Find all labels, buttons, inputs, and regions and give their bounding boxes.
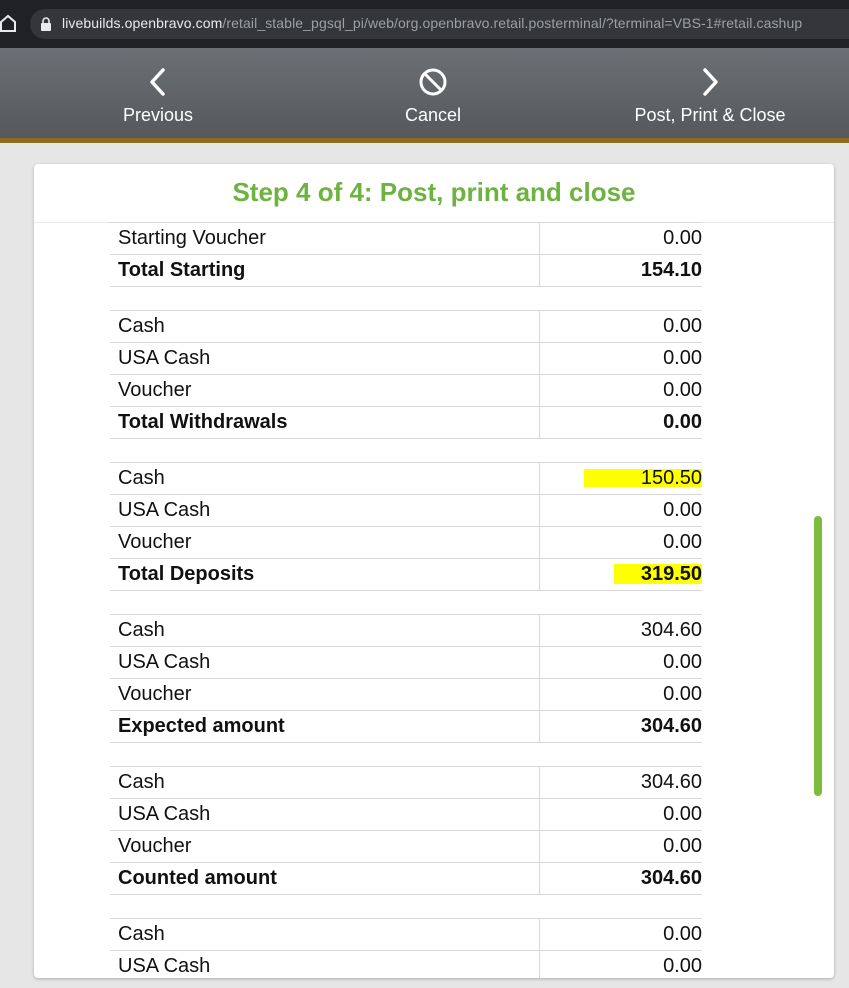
row-label: USA Cash [110, 343, 540, 374]
row-label: Voucher [110, 527, 540, 558]
cancel-label: Cancel [404, 105, 462, 125]
row-label: USA Cash [110, 799, 540, 830]
url-path: /retail_stable_pgsql_pi/web/org.openbrav… [222, 15, 803, 31]
row-value: 0.00 [663, 499, 702, 521]
row-label: USA Cash [110, 951, 540, 978]
row-value: 154.10 [640, 259, 702, 281]
row-value: 304.60 [640, 867, 702, 889]
browser-address-bar: livebuilds.openbravo.com/retail_stable_p… [0, 0, 849, 48]
chevron-right-icon [703, 68, 718, 96]
row-value: 0.00 [663, 315, 702, 337]
table-row: Cash 304.60 [110, 766, 702, 798]
table-row: Cash 304.60 [110, 614, 702, 646]
row-label: Cash [110, 767, 540, 798]
cashup-summary-table[interactable]: Starting Voucher 0.00 Total Starting 154… [110, 222, 702, 978]
row-label: Total Deposits [110, 559, 540, 590]
row-value: 304.60 [640, 619, 702, 641]
cancel-button[interactable]: Cancel [363, 48, 503, 138]
url-text[interactable]: livebuilds.openbravo.com/retail_stable_p… [62, 15, 802, 31]
row-label: Cash [110, 311, 540, 342]
table-row-total: Total Deposits 319.50 [110, 558, 702, 591]
row-value: 0.00 [663, 379, 702, 401]
post-print-close-button[interactable]: Post, Print & Close [610, 48, 810, 138]
table-row: USA Cash 0.00 [110, 798, 702, 830]
cashup-step-card: Step 4 of 4: Post, print and close Start… [34, 164, 834, 978]
table-row-total: Total Withdrawals 0.00 [110, 406, 702, 439]
previous-button[interactable]: Previous [90, 48, 226, 138]
starting-group: Starting Voucher 0.00 Total Starting 154… [110, 222, 702, 287]
row-value: 0.00 [663, 531, 702, 553]
table-row: USA Cash 0.00 [110, 342, 702, 374]
home-icon[interactable] [0, 14, 16, 32]
table-row: Cash 0.00 [110, 918, 702, 950]
row-label: Voucher [110, 679, 540, 710]
table-row: Cash 0.00 [110, 310, 702, 342]
post-print-close-label: Post, Print & Close [634, 105, 786, 125]
table-row-total: Counted amount 304.60 [110, 862, 702, 895]
row-label: Voucher [110, 831, 540, 862]
table-row: Voucher 0.00 [110, 526, 702, 558]
row-value: 0.00 [663, 347, 702, 369]
table-row-total: Expected amount 304.60 [110, 710, 702, 743]
row-label: Starting Voucher [110, 223, 540, 254]
lock-icon [41, 17, 51, 31]
table-row-total: Total Starting 154.10 [110, 254, 702, 287]
row-value: 0.00 [663, 955, 702, 977]
table-row: USA Cash 0.00 [110, 950, 702, 978]
row-label: Voucher [110, 375, 540, 406]
cancel-icon [419, 68, 447, 96]
row-label: Total Withdrawals [110, 407, 540, 438]
row-value: 304.60 [640, 715, 702, 737]
row-label: Counted amount [110, 863, 540, 894]
chevron-left-icon [150, 68, 165, 96]
url-host: livebuilds.openbravo.com [62, 15, 223, 31]
scrollbar-thumb[interactable] [814, 516, 822, 796]
row-label: USA Cash [110, 495, 540, 526]
row-label: USA Cash [110, 647, 540, 678]
step-title: Step 4 of 4: Post, print and close [34, 164, 834, 223]
row-label: Cash [110, 463, 540, 494]
table-row: USA Cash 0.00 [110, 646, 702, 678]
table-row: Voucher 0.00 [110, 678, 702, 710]
row-value: 150.50 [540, 467, 702, 490]
next-group-partial: Cash 0.00 USA Cash 0.00 [110, 918, 702, 978]
withdrawals-group: Cash 0.00 USA Cash 0.00 Voucher 0.00 Tot… [110, 310, 702, 439]
row-value: 0.00 [663, 835, 702, 857]
row-label: Expected amount [110, 711, 540, 742]
row-value: 0.00 [663, 683, 702, 705]
cashup-toolbar: Previous Cancel Post, Print & Close [0, 48, 849, 143]
table-row: Starting Voucher 0.00 [110, 222, 702, 254]
deposits-group: Cash 150.50 USA Cash 0.00 Voucher 0.00 T… [110, 462, 702, 591]
row-value: 319.50 [540, 563, 702, 586]
row-label: Cash [110, 615, 540, 646]
table-row: Cash 150.50 [110, 462, 702, 494]
row-value: 304.60 [640, 771, 702, 793]
row-label: Cash [110, 919, 540, 950]
row-value: 0.00 [663, 651, 702, 673]
row-value: 0.00 [663, 923, 702, 945]
row-value: 0.00 [663, 803, 702, 825]
table-row: USA Cash 0.00 [110, 494, 702, 526]
previous-label: Previous [122, 105, 194, 125]
row-value: 0.00 [663, 227, 702, 249]
table-row: Voucher 0.00 [110, 830, 702, 862]
row-value: 0.00 [663, 411, 702, 433]
expected-group: Cash 304.60 USA Cash 0.00 Voucher 0.00 E… [110, 614, 702, 743]
row-label: Total Starting [110, 255, 540, 286]
counted-group: Cash 304.60 USA Cash 0.00 Voucher 0.00 C… [110, 766, 702, 895]
table-row: Voucher 0.00 [110, 374, 702, 406]
